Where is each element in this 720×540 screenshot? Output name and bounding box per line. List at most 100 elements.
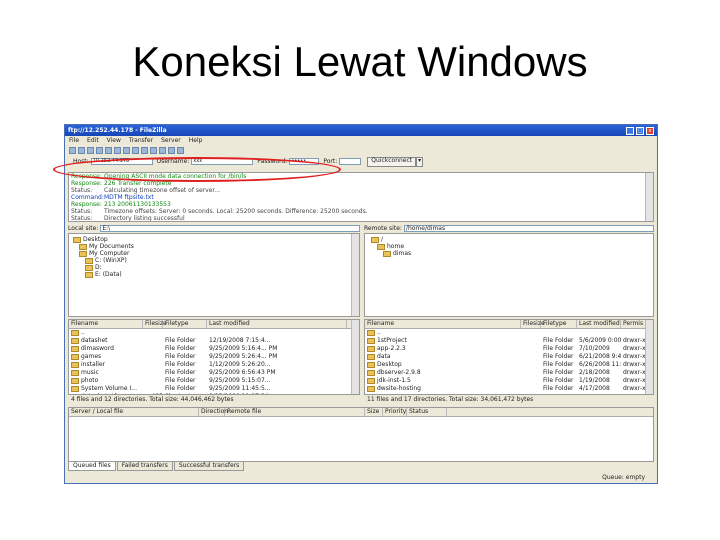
remote-list-scrollbar[interactable] [645,320,653,394]
tree-item[interactable]: D: [73,264,359,271]
folder-icon [377,243,385,250]
maximize-icon[interactable]: □ [636,126,644,135]
file-name: installer [69,361,143,369]
cancel-icon[interactable] [132,146,139,154]
file-size [143,337,163,345]
table-row[interactable]: System Volume I... File Folder 9/25/2009 1… [69,385,359,393]
tree-item[interactable]: / [371,236,653,243]
file-name-label: app-2.2.3 [377,345,406,352]
file-modified: 9/25/2009 5:26:4... PM [209,353,278,360]
col-size[interactable]: Size [365,408,383,416]
sync-browse-icon[interactable] [177,146,184,154]
col-filesize[interactable]: Filesize [143,320,167,328]
filter-icon[interactable] [159,146,166,154]
table-row[interactable]: dbserver-2.9.8 File Folder 2/18/2008 drwxr-… [365,369,653,377]
local-list-scrollbar[interactable] [351,320,359,394]
tree-item[interactable]: C: (WinXP) [73,257,359,264]
menu-transfer[interactable]: Transfer [129,137,153,144]
reconnect-icon[interactable] [150,146,157,154]
folder-icon [71,361,79,368]
tree-item[interactable]: home [371,243,653,250]
file-type: File Folder [165,377,196,384]
table-row[interactable]: datashet File Folder 12/19/2008 7:15:4... [69,337,359,345]
file-modified: 7/10/2009 [579,345,610,352]
local-tree-scrollbar[interactable] [351,234,359,316]
col-last-modified[interactable]: Last modified [577,320,621,328]
table-row[interactable]: .. [365,329,653,337]
menu-edit[interactable]: Edit [87,137,99,144]
menu-view[interactable]: View [107,137,121,144]
table-row[interactable]: data File Folder 6/21/2008 9:40 drwxr-xr [365,353,653,361]
col-remote-file[interactable]: Remote file [225,408,365,416]
file-name: .. [69,329,143,337]
toggle-log-icon[interactable] [78,146,85,154]
file-modified: 9/25/2009 6:56:43 PM [209,369,276,376]
folder-icon [71,377,79,384]
table-row[interactable]: games File Folder 9/25/2009 5:26:4... PM [69,353,359,361]
table-row[interactable]: photo File Folder 9/25/2009 5:15:07... [69,377,359,385]
table-row[interactable]: Desktop File Folder 6/26/2008 11:31drwxr-x… [365,361,653,369]
col-filetype[interactable]: Filetype [541,320,577,328]
compare-icon[interactable] [168,146,175,154]
file-name: .. [365,329,541,337]
table-row[interactable]: .. [69,329,359,337]
col-last-modified[interactable]: Last modified [207,320,347,328]
file-name: data [365,353,541,361]
table-row[interactable]: jdk-inst-1.5 File Folder 1/19/2008 drwxr-xr [365,377,653,385]
file-modified: 9/25/2009 5:15:07... [209,377,271,384]
port-input[interactable] [339,158,362,165]
remote-site-input[interactable]: /home/dimas [403,224,654,232]
tab-queued-files[interactable]: Queued files [68,462,116,471]
process-queue-icon[interactable] [123,146,130,154]
chevron-down-icon[interactable]: ▾ [416,156,424,167]
tab-successful-transfers[interactable]: Successful transfers [173,462,245,471]
tree-item-label: home [387,243,405,250]
file-type [541,329,577,337]
toggle-local-tree-icon[interactable] [87,146,94,154]
file-type: File Folder [543,369,574,376]
quickconnect-button[interactable]: Quickconnect [367,156,417,167]
tree-item[interactable]: Desktop [73,236,359,243]
tab-failed-transfers[interactable]: Failed transfers [116,462,173,471]
col-filetype[interactable]: Filetype [163,320,207,328]
tree-item[interactable]: dimas [371,250,653,257]
col-server-local-file[interactable]: Server / Local file [69,408,199,416]
minimize-icon[interactable]: _ [626,126,634,135]
table-row[interactable]: datashet.rtf 425Shortcut9/25/2009 11:27:3… [69,393,359,394]
menu-file[interactable]: File [69,137,79,144]
table-row[interactable]: 1stProject File Folder 5/6/2009 0:00...drw… [365,337,653,345]
file-modified: 1/12/2009 5:26:20... [209,361,271,368]
tree-item[interactable]: My Documents [73,243,359,250]
toggle-queue-icon[interactable] [105,146,112,154]
folder-icon [367,361,375,368]
table-row[interactable]: dimasword File Folder 9/25/2009 5:16:4... … [69,345,359,353]
folder-icon [71,329,79,336]
col-filename[interactable]: Filename [69,320,143,328]
local-status: 4 files and 12 directories. Total size: … [68,396,363,404]
log-message: Calculating timezone offset of server... [104,187,221,194]
table-row[interactable]: installer File Folder 1/12/2009 5:26:20... [69,361,359,369]
table-row[interactable]: app-2.2.3 File Folder 7/10/2009 drwxr-xr [365,345,653,353]
toggle-remote-tree-icon[interactable] [96,146,103,154]
local-site-input[interactable]: E:\ [100,224,360,232]
col-filesize[interactable]: Filesize [521,320,545,328]
col-permissions[interactable]: Permis [621,320,647,328]
col-filename[interactable]: Filename [365,320,521,328]
table-row[interactable]: dwsite-hosting File Folder 4/17/2008 drwxr-… [365,385,653,393]
file-modified: 9/25/2009 5:16:4... PM [209,345,278,352]
site-manager-icon[interactable] [69,146,76,154]
col-status[interactable]: Status [407,408,447,416]
table-row[interactable]: music File Folder 9/25/2009 6:56:43 PM [69,369,359,377]
menu-server[interactable]: Server [161,137,181,144]
folder-icon [367,369,375,376]
refresh-icon[interactable] [114,146,121,154]
disconnect-icon[interactable] [141,146,148,154]
close-icon[interactable]: x [646,126,654,135]
col-direction[interactable]: Direction [199,408,228,416]
tree-item[interactable]: My Computer [73,250,359,257]
log-scrollbar[interactable] [645,173,653,221]
col-priority[interactable]: Priority [383,408,407,416]
menu-help[interactable]: Help [189,137,203,144]
tree-item[interactable]: E: (Data) [73,271,359,278]
file-name-label: datashet [81,337,108,344]
